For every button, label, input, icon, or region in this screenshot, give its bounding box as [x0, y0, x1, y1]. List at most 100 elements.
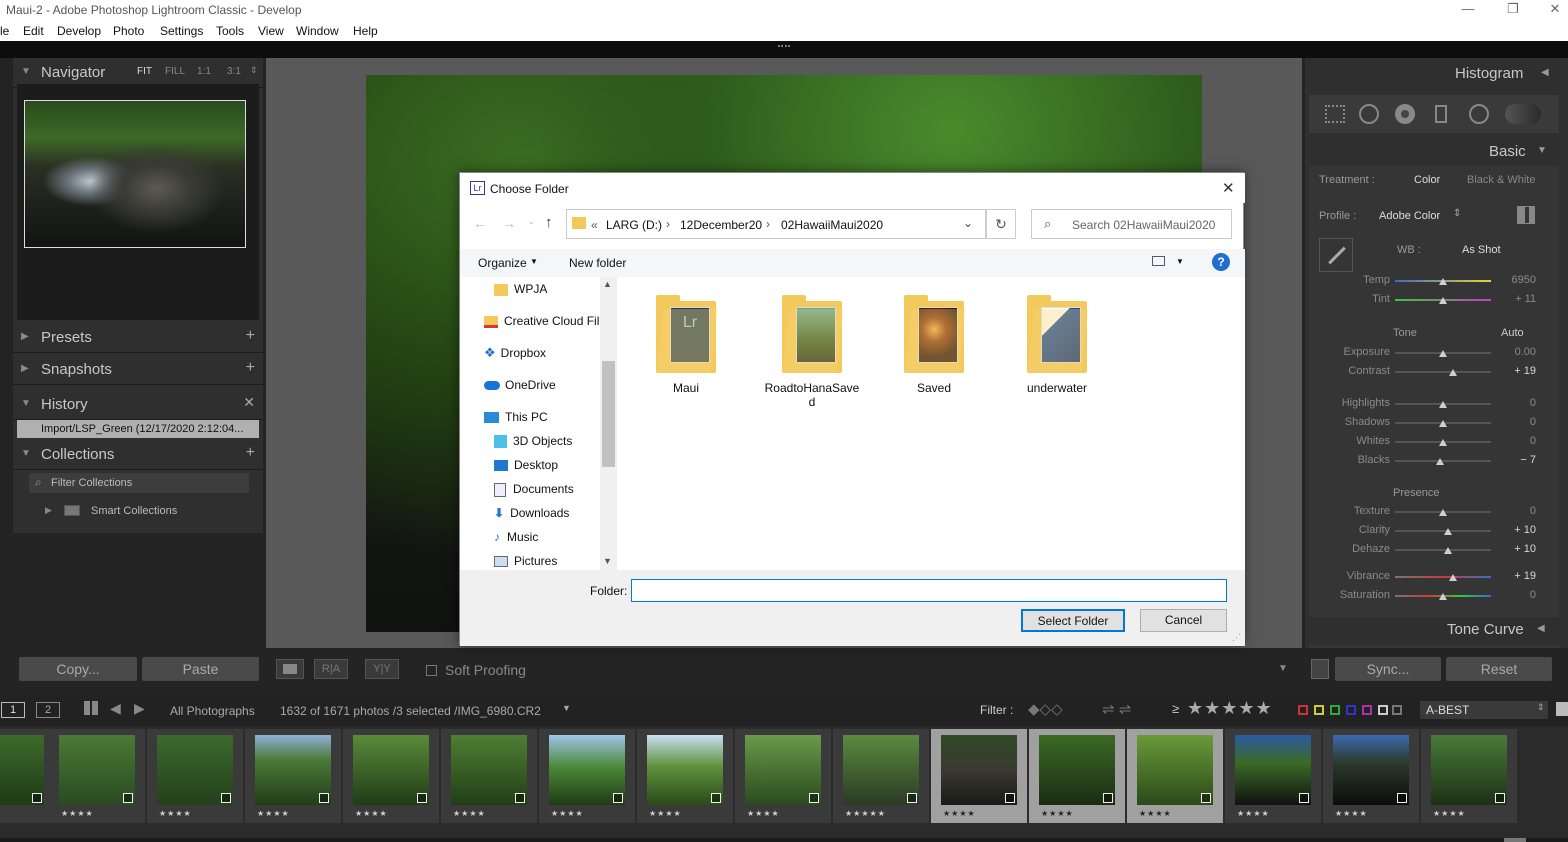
scroll-up-icon[interactable]: ▲	[603, 279, 612, 289]
thumbnail-rating[interactable]: ★★★★	[1433, 809, 1466, 818]
up-arrow-icon[interactable]: ↑	[545, 214, 553, 231]
smart-collections-item[interactable]: ▶ Smart Collections	[17, 500, 259, 522]
thumbnail-rating[interactable]: ★★★★	[1237, 809, 1270, 818]
folder-item-underwater[interactable]: underwater	[1002, 295, 1112, 395]
crop-tool-icon[interactable]	[1325, 105, 1345, 123]
color-label-none[interactable]	[1392, 705, 1402, 715]
new-folder-button[interactable]: New folder	[569, 256, 626, 270]
tree-item-downloads[interactable]: ⬇ Downloads	[494, 503, 569, 523]
search-box[interactable]: ⌕ Search 02HawaiiMaui2020	[1031, 209, 1232, 239]
color-label-yellow[interactable]	[1314, 705, 1324, 715]
slider-track[interactable]	[1395, 576, 1491, 578]
filmstrip-thumbnail[interactable]: ★★★★	[1323, 729, 1419, 823]
close-icon[interactable]: ✕	[1545, 1, 1565, 17]
help-icon[interactable]: ?	[1212, 253, 1230, 271]
slider-thumb[interactable]	[1436, 458, 1445, 465]
filmstrip-thumbnail[interactable]: ★★★★	[539, 729, 635, 823]
thumbnail-image[interactable]	[451, 735, 527, 805]
filmstrip-thumbnail[interactable]: ★★★★	[49, 729, 145, 823]
thumbnail-image[interactable]	[0, 735, 44, 805]
thumbnail-rating[interactable]: ★★★★	[257, 809, 290, 818]
navigator-thumbnail[interactable]	[24, 100, 246, 248]
slider-vibrance[interactable]: Vibrance + 19	[1305, 569, 1568, 585]
expand-triangle-icon[interactable]: ▶	[21, 363, 29, 374]
history-header[interactable]: ▼ History ✕	[13, 390, 263, 420]
main-window-button[interactable]: 1	[1, 702, 25, 718]
tree-item-onedrive[interactable]: OneDrive	[484, 375, 556, 395]
thumbnail-image[interactable]	[745, 735, 821, 805]
slider-value[interactable]: + 10	[1496, 543, 1536, 555]
view-options-icon[interactable]	[1152, 256, 1165, 266]
add-snapshot-icon[interactable]: +	[246, 359, 255, 377]
filmstrip-thumbnail[interactable]: ★★★★	[245, 729, 341, 823]
collapse-left-triangle-icon[interactable]: ◀	[1537, 623, 1545, 634]
filmstrip-thumbnail[interactable]: ★★★★	[1029, 729, 1125, 823]
tree-item-dropbox[interactable]: ❖ Dropbox	[484, 343, 546, 363]
filmstrip-scrollbar[interactable]	[0, 838, 1568, 842]
filter-lock-icon[interactable]	[1556, 702, 1568, 716]
thumbnail-image[interactable]	[1137, 735, 1213, 805]
photo-count-label[interactable]: 1632 of 1671 photos /3 selected /IMG_698…	[280, 704, 541, 718]
before-after-lr-icon[interactable]: R|A	[314, 659, 348, 679]
source-label[interactable]: All Photographs	[170, 704, 255, 718]
thumbnail-image[interactable]	[549, 735, 625, 805]
slider-clarity[interactable]: Clarity + 10	[1305, 523, 1568, 539]
slider-contrast[interactable]: Contrast + 19	[1305, 364, 1568, 380]
menu-settings[interactable]: Settings	[160, 24, 203, 38]
filmstrip-scroll-thumb[interactable]	[1504, 838, 1526, 842]
collapse-triangle-icon[interactable]: ▼	[21, 66, 31, 77]
filmstrip-thumbnail[interactable]: ★★★★	[343, 729, 439, 823]
slider-texture[interactable]: Texture 0	[1305, 504, 1568, 520]
add-collection-icon[interactable]: +	[246, 444, 255, 462]
slider-value[interactable]: 6950	[1496, 274, 1536, 286]
slider-thumb[interactable]	[1443, 528, 1452, 535]
forward-arrow-icon[interactable]: ▶	[134, 700, 145, 717]
slider-thumb[interactable]	[1439, 278, 1447, 285]
collapse-triangle-icon[interactable]: ▼	[1537, 145, 1547, 156]
slider-thumb[interactable]	[1439, 509, 1447, 516]
flag-filters-icon[interactable]: ◆◇◇	[1028, 700, 1063, 718]
color-label-green[interactable]	[1330, 705, 1340, 715]
expand-triangle-icon[interactable]: ▶	[45, 505, 52, 516]
slider-shadows[interactable]: Shadows 0	[1305, 415, 1568, 431]
tree-item-music[interactable]: ♪ Music	[494, 527, 538, 547]
sync-button[interactable]: Sync...	[1335, 657, 1441, 681]
refresh-icon[interactable]: ↻	[986, 209, 1016, 239]
filmstrip-thumbnail[interactable]: ★★★★	[1421, 729, 1517, 823]
spot-removal-icon[interactable]	[1359, 104, 1379, 124]
thumbnail-rating[interactable]: ★★★★	[747, 809, 780, 818]
dropdown-arrows-icon[interactable]: ⇕	[1453, 208, 1461, 219]
menu-edit[interactable]: Edit	[23, 24, 44, 38]
zoom-fill[interactable]: FILL	[165, 66, 185, 77]
minimize-icon[interactable]: —	[1458, 1, 1478, 16]
maximize-icon[interactable]: ❐	[1503, 1, 1523, 17]
toolbar-menu-icon[interactable]: ▼	[1278, 663, 1288, 674]
dialog-close-icon[interactable]: ✕	[1222, 179, 1235, 197]
slider-dehaze[interactable]: Dehaze + 10	[1305, 542, 1568, 558]
thumbnail-image[interactable]	[353, 735, 429, 805]
color-label-custom[interactable]	[1378, 705, 1388, 715]
history-item[interactable]: Import/LSP_Green (12/17/2020 2:12:04...	[17, 420, 259, 438]
cancel-button[interactable]: Cancel	[1140, 609, 1227, 632]
breadcrumb-current[interactable]: 02HawaiiMaui2020	[781, 218, 883, 232]
thumbnail-rating[interactable]: ★★★★	[61, 809, 94, 818]
second-window-button[interactable]: 2	[36, 702, 60, 718]
address-bar[interactable]: « LARG (D:) › 12December20 › 02HawaiiMau…	[566, 209, 986, 239]
filmstrip-thumbnail[interactable]: ★★★★★	[833, 729, 929, 823]
slider-value[interactable]: + 19	[1496, 365, 1536, 377]
profile-browser-grid-icon[interactable]	[1517, 206, 1535, 224]
slider-highlights[interactable]: Highlights 0	[1305, 396, 1568, 412]
slider-thumb[interactable]	[1443, 547, 1452, 554]
filmstrip-thumbnail[interactable]: ★★★★	[1127, 729, 1223, 823]
thumbnail-rating[interactable]: ★★★★	[551, 809, 584, 818]
filmstrip-thumbnail[interactable]: ★★★★	[637, 729, 733, 823]
filter-collections-input[interactable]: ⌕ Filter Collections	[29, 473, 249, 493]
select-folder-button[interactable]: Select Folder	[1021, 609, 1125, 632]
auto-tone-button[interactable]: Auto	[1501, 327, 1524, 339]
add-preset-icon[interactable]: +	[246, 327, 255, 345]
back-arrow-icon[interactable]: ◀	[110, 700, 121, 717]
thumbnail-rating[interactable]: ★★★★★	[845, 809, 886, 818]
folder-name-input[interactable]	[631, 579, 1227, 602]
thumbnail-image[interactable]	[1235, 735, 1311, 805]
rating-operator[interactable]: ≥	[1172, 701, 1179, 716]
